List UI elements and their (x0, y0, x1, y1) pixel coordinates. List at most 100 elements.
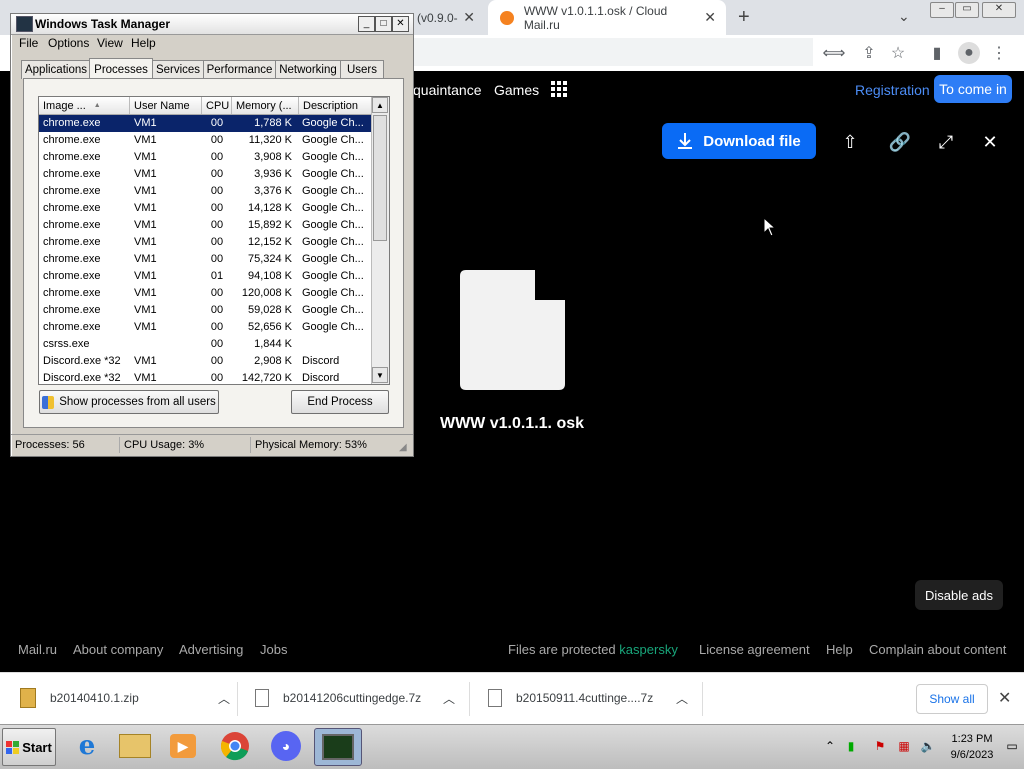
table-row[interactable]: chrome.exe VM1 00 120,008 K Google Ch... (39, 285, 371, 302)
column-description[interactable]: Description (299, 97, 371, 114)
scroll-down-icon[interactable]: ▼ (372, 367, 388, 383)
process-list[interactable]: Image ... ▲ User Name CPU Memory (... Des… (38, 96, 390, 385)
chrome-menu-icon[interactable]: ⋮ (988, 42, 1010, 64)
column-memory[interactable]: Memory (... (232, 97, 299, 114)
chevron-up-icon[interactable]: ︿ (443, 690, 455, 707)
tm-close-button[interactable]: ✕ (392, 16, 409, 32)
tab-close-icon[interactable]: ✕ (704, 9, 716, 26)
fullscreen-icon[interactable]: ⤢ (934, 130, 958, 154)
column-image-name[interactable]: Image ... ▲ (39, 97, 130, 114)
nav-acquaintance-link[interactable]: quaintance (413, 82, 482, 98)
browser-tab-inactive[interactable]: (v0.9.0- ✕ (413, 0, 485, 35)
footer-mailru-link[interactable]: Mail.ru (18, 642, 57, 657)
footer-help-link[interactable]: Help (826, 642, 853, 657)
chevron-up-icon[interactable]: ︿ (218, 690, 230, 707)
chevron-up-icon[interactable]: ︿ (676, 690, 688, 707)
table-row[interactable]: csrss.exe 00 1,844 K (39, 336, 371, 353)
tab-processes[interactable]: Processes (89, 58, 153, 80)
tab-search-chevron-icon[interactable]: ⌄ (898, 8, 910, 25)
download-file-button[interactable]: Download file (662, 123, 816, 159)
action-center-icon[interactable]: ⚑ (872, 738, 888, 754)
tab-networking[interactable]: Networking (275, 60, 341, 79)
tm-minimize-button[interactable]: _ (358, 16, 375, 32)
table-row[interactable]: chrome.exe VM1 00 11,320 K Google Ch... (39, 132, 371, 149)
disable-ads-button[interactable]: Disable ads (915, 580, 1003, 610)
process-image-name: chrome.exe (43, 151, 101, 163)
volume-icon[interactable]: 🔈 (920, 738, 936, 754)
kaspersky-logo[interactable]: kaspersky (619, 642, 678, 657)
discord-icon[interactable]: ◕ (265, 728, 307, 764)
table-row[interactable]: chrome.exe VM1 00 52,656 K Google Ch... (39, 319, 371, 336)
show-all-processes-button[interactable]: Show processes from all users (39, 390, 219, 414)
table-row[interactable]: chrome.exe VM1 00 15,892 K Google Ch... (39, 217, 371, 234)
table-row[interactable]: Discord.exe *32 VM1 00 2,908 K Discord (39, 353, 371, 370)
footer-advertising-link[interactable]: Advertising (179, 642, 243, 657)
system-clock[interactable]: 1:23 PM 9/6/2023 (944, 731, 1000, 763)
download-item[interactable]: b20141206cuttingedge.7z ︿ (255, 680, 455, 716)
tab-applications[interactable]: Applications (21, 60, 91, 79)
menu-view[interactable]: View (97, 36, 123, 50)
profile-avatar-icon[interactable]: ● (958, 42, 980, 64)
tab-close-icon[interactable]: ✕ (463, 9, 475, 26)
table-row[interactable]: chrome.exe VM1 00 3,936 K Google Ch... (39, 166, 371, 183)
table-row[interactable]: chrome.exe VM1 00 75,324 K Google Ch... (39, 251, 371, 268)
menu-help[interactable]: Help (131, 36, 156, 50)
close-viewer-icon[interactable]: ✕ (978, 130, 1002, 154)
footer-license-link[interactable]: License agreement (699, 642, 810, 657)
network-icon[interactable]: ▦ (896, 738, 912, 754)
end-process-button[interactable]: End Process (291, 390, 389, 414)
menu-file[interactable]: File (19, 36, 38, 50)
share-icon[interactable]: ⇪ (858, 42, 880, 64)
download-item[interactable]: b20150911.4cuttinge....7z ︿ (488, 680, 688, 716)
address-bar[interactable] (413, 38, 813, 66)
link-icon[interactable]: 🔗 (888, 130, 912, 154)
media-player-icon[interactable]: ▶ (162, 728, 204, 764)
process-list-scrollbar[interactable]: ▲ ▼ (371, 97, 389, 384)
tab-users[interactable]: Users (340, 60, 384, 79)
close-download-shelf-icon[interactable]: ✕ (998, 688, 1011, 708)
nav-games-link[interactable]: Games (494, 82, 539, 98)
table-row[interactable]: chrome.exe VM1 00 12,152 K Google Ch... (39, 234, 371, 251)
table-row[interactable]: chrome.exe VM1 00 3,376 K Google Ch... (39, 183, 371, 200)
show-all-downloads-button[interactable]: Show all (916, 684, 988, 714)
footer-jobs-link[interactable]: Jobs (260, 642, 287, 657)
tab-services[interactable]: Services (152, 60, 204, 79)
column-user-name[interactable]: User Name (130, 97, 202, 114)
table-row[interactable]: chrome.exe VM1 00 59,028 K Google Ch... (39, 302, 371, 319)
browser-tab-active[interactable]: WWW v1.0.1.1.osk / Cloud Mail.ru ✕ (488, 0, 726, 35)
save-to-cloud-icon[interactable]: ⇧ (838, 130, 862, 154)
footer-about-link[interactable]: About company (73, 642, 163, 657)
menu-options[interactable]: Options (48, 36, 89, 50)
internet-explorer-icon[interactable]: e (66, 728, 108, 764)
tab-performance[interactable]: Performance (203, 60, 276, 79)
table-row[interactable]: chrome.exe VM1 00 1,788 K Google Ch... (39, 115, 371, 132)
file-explorer-icon[interactable] (114, 728, 156, 764)
minimize-button[interactable]: – (930, 2, 954, 18)
close-window-button[interactable]: ✕ (982, 2, 1016, 18)
download-item[interactable]: b20140410.1.zip ︿ (20, 680, 230, 716)
table-row[interactable]: Discord.exe *32 VM1 00 142,720 K Discord (39, 370, 371, 384)
bookmark-star-icon[interactable]: ☆ (887, 42, 909, 64)
registration-link[interactable]: Registration (855, 82, 930, 98)
footer-complain-link[interactable]: Complain about content (869, 642, 1006, 657)
side-panel-icon[interactable]: ▮ (926, 42, 948, 64)
table-row[interactable]: chrome.exe VM1 00 3,908 K Google Ch... (39, 149, 371, 166)
scroll-up-icon[interactable]: ▲ (372, 97, 388, 113)
table-row[interactable]: chrome.exe VM1 01 94,108 K Google Ch... (39, 268, 371, 285)
tm-maximize-button[interactable]: □ (375, 16, 392, 32)
restore-button[interactable]: ▭ (955, 2, 979, 18)
start-button[interactable]: Start (2, 728, 56, 766)
task-manager-taskbar-icon[interactable] (314, 728, 362, 766)
resize-grip-icon[interactable]: ◢ (399, 442, 407, 453)
new-tab-button[interactable]: + (738, 6, 750, 29)
chrome-icon[interactable] (214, 728, 256, 764)
show-desktop-icon[interactable]: ▭ (1004, 738, 1020, 754)
translate-icon[interactable]: ⟺ (823, 42, 846, 64)
tray-app-icon[interactable]: ▮ (843, 738, 859, 754)
show-hidden-icons-icon[interactable]: ⌃ (822, 738, 838, 754)
table-row[interactable]: chrome.exe VM1 00 14,128 K Google Ch... (39, 200, 371, 217)
column-cpu[interactable]: CPU (202, 97, 232, 114)
apps-grid-icon[interactable] (551, 81, 567, 97)
login-button[interactable]: To come in (934, 75, 1012, 103)
scrollbar-thumb[interactable] (373, 115, 387, 241)
